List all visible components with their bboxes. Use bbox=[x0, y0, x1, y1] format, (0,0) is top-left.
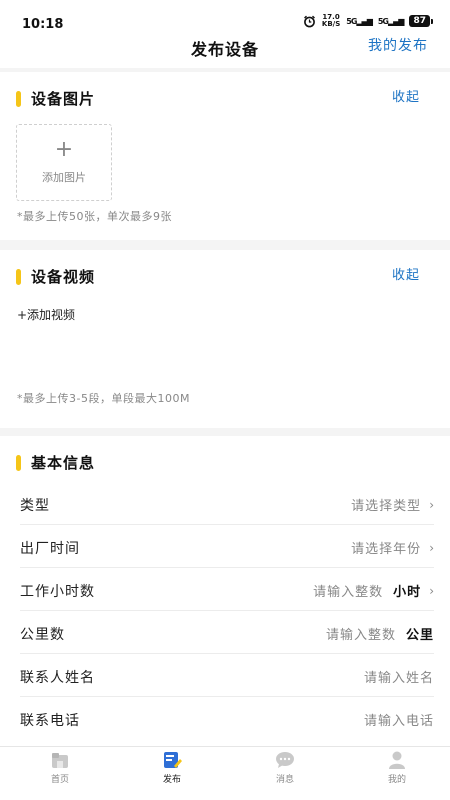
section-marker bbox=[16, 268, 21, 285]
mileage-input[interactable]: 请输入整数 公里 bbox=[326, 624, 434, 643]
mileage-label: 公里数 bbox=[20, 627, 65, 643]
tab-profile[interactable]: 我的 bbox=[357, 751, 437, 785]
tab-publish[interactable]: 发布 bbox=[132, 751, 212, 785]
mileage-placeholder: 请输入整数 bbox=[325, 628, 396, 643]
add-video-button[interactable]: +添加视频 bbox=[17, 306, 75, 323]
work-hours-row[interactable]: 工作小时数 请输入整数 小时 › bbox=[20, 568, 434, 611]
basic-info-section: 基本信息 类型 请选择类型 › 出厂时间 请选择年份 › 工作小时数 请输入整数… bbox=[0, 436, 450, 746]
tab-publish-label: 发布 bbox=[162, 775, 181, 785]
alarm-icon bbox=[303, 15, 315, 27]
bottom-tab-bar: 首页 发布 消息 我的 bbox=[0, 746, 450, 800]
type-placeholder: 请选择类型 bbox=[351, 499, 422, 514]
type-row[interactable]: 类型 请选择类型 › bbox=[20, 482, 434, 525]
plus-icon: + bbox=[54, 137, 74, 162]
status-icons: 17.0 KB/S 5G▂▄▆ 5G▂▄▆ 87 bbox=[303, 14, 433, 28]
contact-name-input[interactable]: 请输入姓名 bbox=[364, 667, 434, 686]
contact-name-row[interactable]: 联系人姓名 请输入姓名 bbox=[20, 654, 434, 697]
factory-year-row[interactable]: 出厂时间 请选择年份 › bbox=[20, 525, 434, 568]
type-selector[interactable]: 请选择类型 › bbox=[351, 495, 434, 515]
signal-label-1: 5G bbox=[346, 16, 357, 26]
video-section-header: 设备视频 bbox=[16, 266, 95, 287]
signal-5g-1: 5G▂▄▆ bbox=[346, 16, 373, 26]
photo-section-title: 设备图片 bbox=[31, 90, 96, 108]
contact-phone-row[interactable]: 联系电话 请输入电话 bbox=[20, 697, 434, 740]
publish-icon bbox=[164, 752, 182, 768]
work-hours-unit: 小时 bbox=[393, 585, 422, 600]
video-section: 设备视频 收起 +添加视频 *最多上传3-5段，单段最大100M bbox=[0, 250, 450, 428]
tab-messages[interactable]: 消息 bbox=[245, 751, 325, 785]
video-collapse-button[interactable]: 收起 bbox=[392, 264, 420, 283]
photo-section: 设备图片 收起 + 添加图片 *最多上传50张，单次最多9张 bbox=[0, 72, 450, 240]
chevron-right-icon: › bbox=[429, 583, 434, 598]
work-hours-label: 工作小时数 bbox=[20, 584, 95, 600]
message-icon bbox=[276, 752, 294, 768]
factory-year-placeholder: 请选择年份 bbox=[351, 542, 422, 557]
signal-5g-2: 5G▂▄▆ bbox=[377, 16, 405, 26]
chevron-right-icon: › bbox=[429, 540, 434, 555]
basic-info-form: 类型 请选择类型 › 出厂时间 请选择年份 › 工作小时数 请输入整数 小时 ›… bbox=[0, 482, 450, 740]
type-label: 类型 bbox=[20, 498, 50, 514]
contact-phone-label: 联系电话 bbox=[20, 713, 80, 729]
tab-home[interactable]: 首页 bbox=[20, 751, 100, 785]
work-hours-input[interactable]: 请输入整数 小时 › bbox=[313, 581, 434, 601]
basic-info-header: 基本信息 bbox=[16, 452, 95, 473]
photo-collapse-button[interactable]: 收起 bbox=[392, 86, 420, 105]
mileage-row[interactable]: 公里数 请输入整数 公里 bbox=[20, 611, 434, 654]
add-photo-label: 添加图片 bbox=[42, 171, 86, 184]
nav-bar: 发布设备 我的发布 bbox=[0, 32, 450, 68]
home-icon bbox=[52, 753, 68, 768]
basic-info-title: 基本信息 bbox=[31, 454, 96, 472]
add-photo-button[interactable]: + 添加图片 bbox=[16, 124, 112, 201]
status-time: 10:18 bbox=[22, 17, 64, 32]
tab-messages-label: 消息 bbox=[275, 775, 294, 785]
signal-label-2: 5G bbox=[377, 16, 389, 26]
contact-name-label: 联系人姓名 bbox=[20, 670, 95, 686]
section-marker bbox=[16, 454, 21, 471]
network-speed: 17.0 KB/S bbox=[322, 14, 340, 28]
factory-year-label: 出厂时间 bbox=[20, 541, 80, 557]
contact-name-placeholder: 请输入姓名 bbox=[363, 671, 434, 686]
profile-icon bbox=[389, 751, 405, 769]
photo-section-header: 设备图片 bbox=[16, 88, 95, 109]
battery-indicator: 87 bbox=[409, 15, 433, 27]
mileage-unit: 公里 bbox=[405, 628, 434, 643]
tab-home-label: 首页 bbox=[50, 775, 69, 785]
video-hint: *最多上传3-5段，单段最大100M bbox=[17, 392, 190, 405]
factory-year-selector[interactable]: 请选择年份 › bbox=[351, 538, 434, 558]
contact-phone-placeholder: 请输入电话 bbox=[363, 714, 434, 729]
contact-phone-input[interactable]: 请输入电话 bbox=[364, 710, 434, 729]
photo-hint: *最多上传50张，单次最多9张 bbox=[17, 210, 172, 223]
tab-profile-label: 我的 bbox=[387, 775, 406, 785]
status-bar: 10:18 17.0 KB/S 5G▂▄▆ 5G▂▄▆ 87 bbox=[0, 0, 450, 32]
video-section-title: 设备视频 bbox=[31, 268, 96, 286]
section-marker bbox=[16, 90, 21, 107]
chevron-right-icon: › bbox=[429, 497, 434, 512]
work-hours-placeholder: 请输入整数 bbox=[313, 585, 384, 600]
my-posts-link[interactable]: 我的发布 bbox=[368, 35, 428, 55]
network-speed-unit: KB/S bbox=[321, 20, 341, 28]
